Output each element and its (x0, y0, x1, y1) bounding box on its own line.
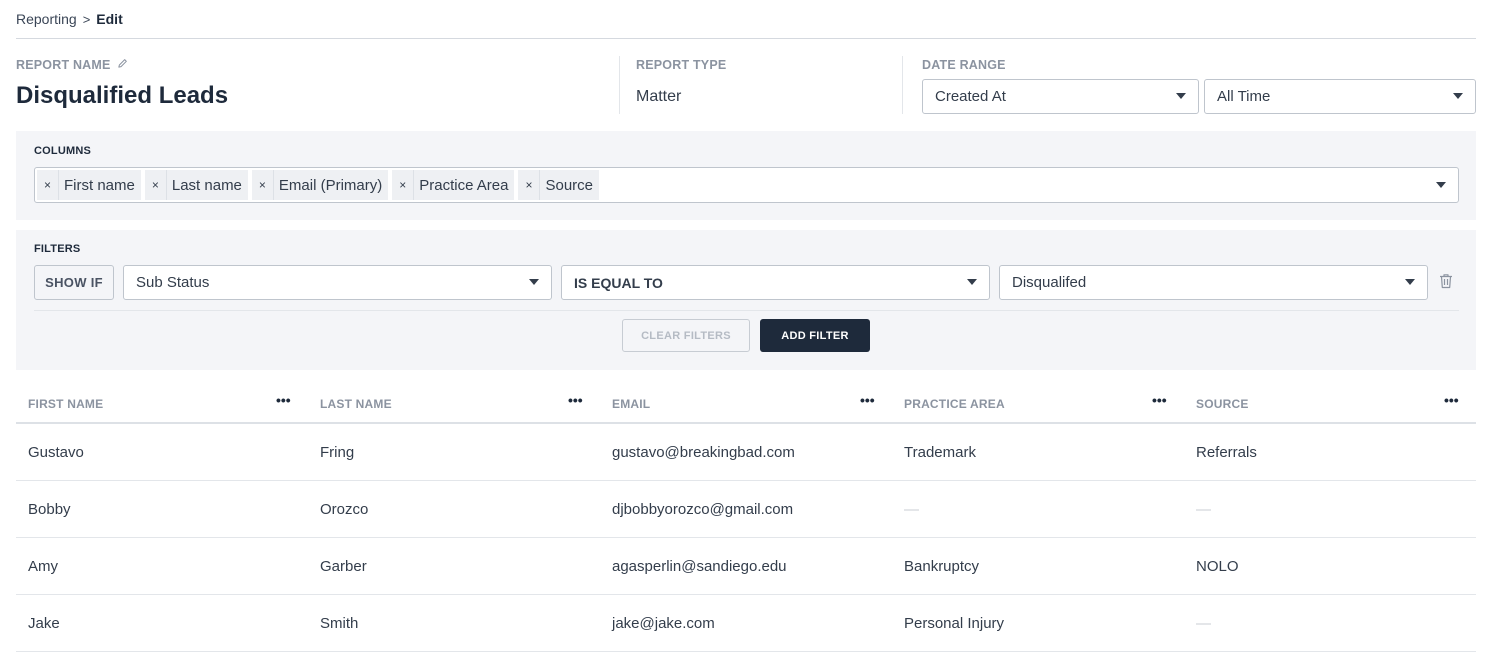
add-filter-button[interactable]: ADD FILTER (760, 319, 870, 352)
column-tag-label: Last name (171, 176, 242, 194)
report-title[interactable]: Disqualified Leads (16, 82, 228, 110)
date-period-value: All Time (1217, 88, 1271, 105)
column-tag: × Source (518, 170, 599, 200)
columns-multiselect[interactable]: × First name × Last name × Email (Primar… (34, 167, 1459, 203)
pencil-icon[interactable] (117, 58, 128, 72)
cell-source: Referrals (1196, 444, 1257, 461)
columns-label: COLUMNS (34, 145, 92, 157)
header-divider (16, 38, 1476, 39)
more-horizontal-icon[interactable]: ••• (568, 392, 583, 408)
report-type-value: Matter (636, 88, 682, 105)
cell-last-name: Smith (320, 615, 359, 632)
cell-practice-area: — (904, 501, 919, 518)
table-row[interactable]: Jake Smith jake@jake.com Personal Injury… (16, 595, 1476, 652)
column-header-source[interactable]: SOURCE (1196, 397, 1249, 411)
cell-source: — (1196, 615, 1211, 632)
table-header: FIRST NAME ••• LAST NAME ••• EMAIL ••• P… (16, 384, 1476, 424)
report-name-label-text: REPORT NAME (16, 58, 111, 72)
cell-first-name: Gustavo (28, 444, 84, 461)
breadcrumb-current: Edit (96, 11, 123, 27)
columns-panel: COLUMNS × First name × Last name × Email… (16, 131, 1476, 220)
column-tag: × Practice Area (392, 170, 515, 200)
column-header-email[interactable]: EMAIL (612, 397, 650, 411)
date-field-select[interactable]: Created At (922, 79, 1199, 114)
caret-down-icon (967, 279, 977, 285)
filter-operator-value: IS EQUAL TO (574, 274, 663, 291)
breadcrumb: Reporting > Edit (16, 11, 123, 27)
breadcrumb-reporting-link[interactable]: Reporting (16, 11, 77, 27)
header-vertical-divider (619, 56, 620, 114)
caret-down-icon (1176, 93, 1186, 99)
column-tag-label: Source (545, 176, 593, 194)
report-type-label: REPORT TYPE (636, 58, 727, 72)
table-row[interactable]: Gustavo Fring gustavo@breakingbad.com Tr… (16, 424, 1476, 481)
column-tag: × Last name (144, 170, 248, 200)
filter-value-select[interactable]: Disqualifed (999, 265, 1428, 300)
clear-filters-button[interactable]: CLEAR FILTERS (622, 319, 750, 352)
cell-first-name: Jake (28, 615, 60, 632)
more-horizontal-icon[interactable]: ••• (276, 392, 291, 408)
caret-down-icon[interactable] (1436, 182, 1446, 188)
date-period-select[interactable]: All Time (1204, 79, 1476, 114)
trash-icon[interactable] (1439, 273, 1453, 291)
column-tag-label: Practice Area (419, 176, 509, 194)
caret-down-icon (529, 279, 539, 285)
cell-practice-area: Bankruptcy (904, 558, 980, 575)
cell-source: NOLO (1196, 558, 1239, 575)
cell-first-name: Bobby (28, 501, 71, 518)
header-vertical-divider (902, 56, 903, 114)
more-horizontal-icon[interactable]: ••• (860, 392, 875, 408)
results-table: FIRST NAME ••• LAST NAME ••• EMAIL ••• P… (16, 384, 1476, 652)
caret-down-icon (1453, 93, 1463, 99)
cell-practice-area: Trademark (904, 444, 976, 461)
date-range-label: DATE RANGE (922, 58, 1006, 72)
date-field-value: Created At (935, 88, 1006, 105)
cell-practice-area: Personal Injury (904, 615, 1005, 632)
caret-down-icon (1405, 279, 1415, 285)
cell-email: djbobbyorozco@gmail.com (612, 501, 794, 518)
close-icon[interactable]: × (145, 170, 167, 200)
chevron-right-icon: > (82, 11, 91, 27)
more-horizontal-icon[interactable]: ••• (1444, 392, 1459, 408)
close-icon[interactable]: × (37, 170, 59, 200)
cell-email: jake@jake.com (612, 615, 715, 632)
cell-source: — (1196, 501, 1211, 518)
cell-last-name: Fring (320, 444, 355, 461)
cell-last-name: Orozco (320, 501, 369, 518)
column-header-last-name[interactable]: LAST NAME (320, 397, 392, 411)
column-header-first-name[interactable]: FIRST NAME (28, 397, 103, 411)
filter-value-value: Disqualifed (1012, 274, 1087, 291)
filter-operator-select[interactable]: IS EQUAL TO (561, 265, 990, 300)
column-tag: × Email (Primary) (251, 170, 389, 200)
filter-field-value: Sub Status (136, 274, 210, 291)
close-icon[interactable]: × (252, 170, 274, 200)
column-tag-label: Email (Primary) (278, 176, 383, 194)
cell-last-name: Garber (320, 558, 367, 575)
more-horizontal-icon[interactable]: ••• (1152, 392, 1167, 408)
table-row[interactable]: Amy Garber agasperlin@sandiego.edu Bankr… (16, 538, 1476, 595)
cell-email: gustavo@breakingbad.com (612, 444, 795, 461)
close-icon[interactable]: × (518, 170, 541, 200)
close-icon[interactable]: × (392, 170, 415, 200)
filter-field-select[interactable]: Sub Status (123, 265, 552, 300)
column-header-practice-area[interactable]: PRACTICE AREA (904, 397, 1005, 411)
column-tag-label: First name (64, 176, 135, 194)
cell-email: agasperlin@sandiego.edu (612, 558, 787, 575)
table-row[interactable]: Bobby Orozco djbobbyorozco@gmail.com — — (16, 481, 1476, 538)
filters-panel: FILTERS SHOW IF Sub Status IS EQUAL TO D… (16, 230, 1476, 370)
cell-first-name: Amy (28, 558, 58, 575)
filters-divider (34, 310, 1459, 311)
filters-label: FILTERS (34, 243, 81, 255)
column-tag: × First name (37, 170, 141, 200)
show-if-button[interactable]: SHOW IF (34, 265, 114, 300)
report-name-label: REPORT NAME (16, 58, 128, 72)
